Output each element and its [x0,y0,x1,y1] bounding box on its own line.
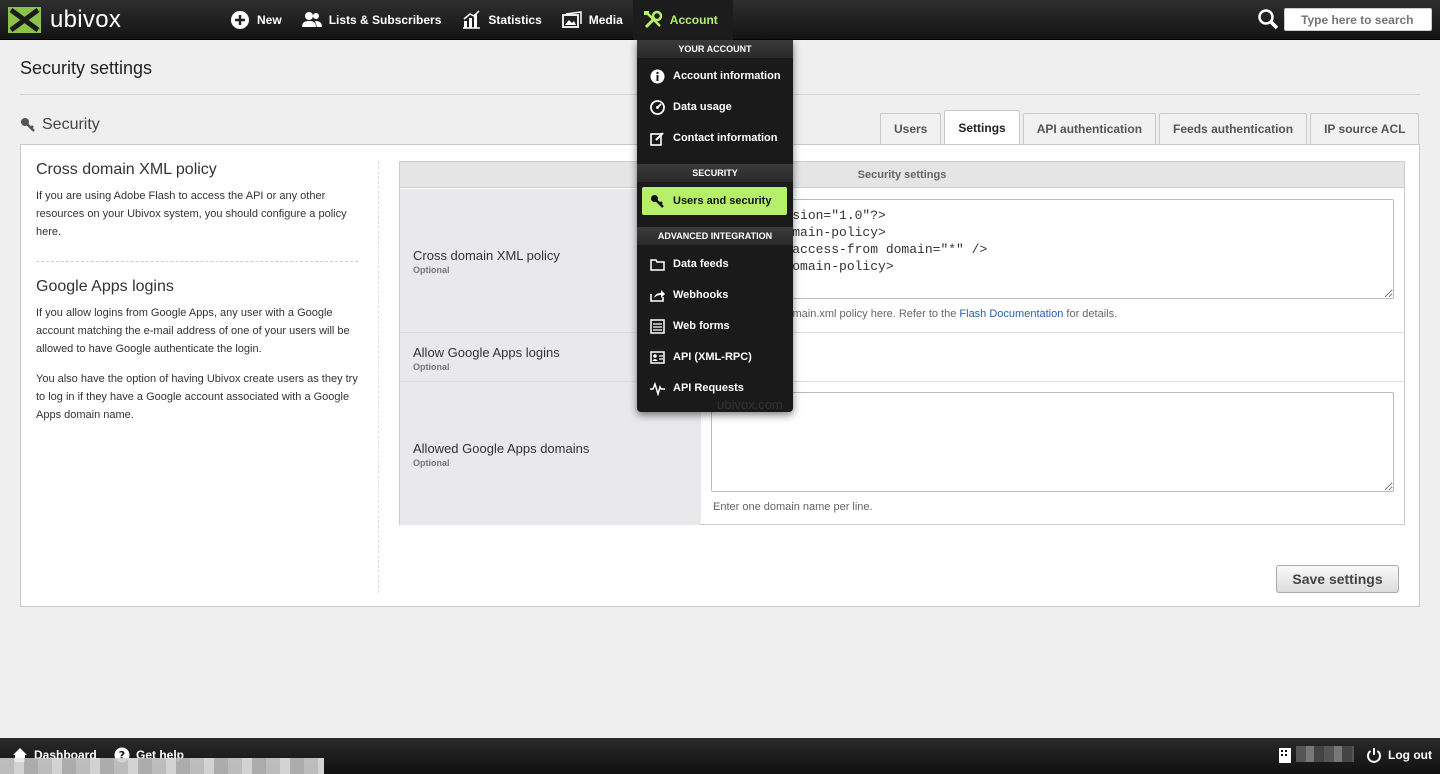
optional-hint: Optional [413,458,450,468]
menu-item-data-usage[interactable]: Data usage [642,93,787,121]
help-heading-google: Google Apps logins [36,278,174,295]
menu-item-label: API (XML-RPC) [673,351,752,363]
tab-users[interactable]: Users [880,113,942,144]
field-label: Allowed Google Apps domains [413,441,590,456]
building-icon [1279,748,1291,763]
menu-item-label: API Requests [673,382,744,394]
tab-api-authentication[interactable]: API authentication [1022,113,1157,144]
help-text-google: If you allow logins from Google Apps, an… [36,307,350,355]
menu-section-your-account: YOUR ACCOUNT [637,40,793,58]
footer-logout-link[interactable]: Log out [1366,747,1432,763]
tab-settings[interactable]: Settings [944,110,1020,145]
help-text: for details. [1063,308,1118,320]
info-icon [650,69,665,83]
column-divider [378,161,379,593]
tab-feeds-authentication[interactable]: Feeds authentication [1159,113,1308,144]
footer-label: Log out [1388,748,1432,762]
help-text-google-create: You also have the option of having Ubivo… [36,373,358,421]
nav-lists-subscribers[interactable]: Lists & Subscribers [292,0,452,40]
menu-section-advanced-integration: ADVANCED INTEGRATION [637,227,793,245]
plus-circle-icon [231,11,249,29]
logo-text: ubivox [50,6,122,33]
divider [36,261,358,262]
nav-new[interactable]: New [220,0,292,40]
xml-policy-textarea[interactable] [711,199,1394,299]
key-icon [651,194,664,208]
form-icon [650,318,665,334]
nav-label: Media [588,13,623,27]
optional-hint: Optional [413,265,450,275]
nav-account[interactable]: Account [632,0,733,40]
menu-item-label: Account information [673,70,781,82]
help-text-xml: If you are using Adobe Flash to access t… [36,190,347,238]
field-label: Cross domain XML policy [413,248,560,263]
menu-item-label: Webhooks [673,289,729,301]
menu-item-label: Users and security [673,195,772,207]
menu-item-data-feeds[interactable]: Data feeds [642,250,787,278]
save-settings-button[interactable]: Save settings [1276,565,1399,593]
menu-item-label: Contact information [673,132,778,144]
menu-item-users-and-security[interactable]: Users and security [642,187,787,215]
menu-item-contact-information[interactable]: Contact information [642,124,787,152]
redacted-status-bar [0,758,324,774]
domains-help: Enter one domain name per line. [713,501,873,513]
security-settings-form: Security settings Cross domain XML polic… [399,161,1405,525]
section-title: Security [20,116,100,134]
nav-label: Lists & Subscribers [328,13,442,27]
redacted-username [1296,746,1354,762]
section-title-label: Security [42,116,100,133]
key-icon [21,118,35,132]
page-title: Security settings [20,58,153,78]
top-navigation-bar: ubivox New Lists & Subscribers Statistic… [0,0,1440,40]
menu-item-label: Web forms [673,320,730,332]
nav-media[interactable]: Media [552,0,633,40]
form-header: Security settings [400,162,1404,188]
id-card-icon [650,350,665,364]
optional-hint: Optional [413,362,450,372]
menu-section-security: SECURITY [637,164,793,182]
share-icon [650,289,665,302]
images-icon [561,11,582,28]
tools-icon [643,10,663,29]
menu-item-webhooks[interactable]: Webhooks [642,281,787,309]
nav-label: Account [669,13,718,27]
nav-label: New [257,13,282,27]
folder-icon [650,258,665,271]
menu-item-label: Data feeds [673,258,729,270]
help-column: Cross domain XML policy If you are using… [36,145,358,424]
edit-icon [650,131,664,146]
nav-label: Statistics [488,13,542,27]
bar-chart-icon [463,10,481,29]
settings-tabs: Users Settings API authentication Feeds … [877,110,1420,145]
flash-documentation-link[interactable]: Flash Documentation [959,308,1063,320]
users-icon [301,12,322,27]
domain-value-peek: ubivox.com [717,397,783,412]
form-row-xml-policy: Cross domain XML policy Optional Setup a… [400,189,1404,333]
ubivox-logo[interactable]: ubivox [8,6,121,34]
field-label: Allow Google Apps logins [413,345,560,360]
menu-item-api-xml-rpc[interactable]: API (XML-RPC) [642,343,787,371]
form-row-google-domains: Allowed Google Apps domains Optional Ent… [400,382,1404,525]
form-row-google-logins: Allow Google Apps logins Optional [400,333,1404,382]
help-heading-xml: Cross domain XML policy [36,161,217,178]
search-input[interactable] [1284,8,1432,31]
pulse-icon [650,381,665,396]
main-nav: New Lists & Subscribers Statistics Media… [220,0,733,40]
menu-item-label: Data usage [673,101,732,113]
tab-ip-source-acl[interactable]: IP source ACL [1310,113,1420,144]
google-domains-textarea[interactable] [711,392,1394,492]
power-icon [1367,748,1381,763]
menu-item-web-forms[interactable]: Web forms [642,312,787,340]
search-icon[interactable] [1257,8,1279,30]
nav-statistics[interactable]: Statistics [451,0,551,40]
account-dropdown-menu: YOUR ACCOUNT Account information Data us… [637,40,793,412]
menu-item-account-information[interactable]: Account information [642,62,787,90]
ubivox-logo-icon [8,7,41,33]
gauge-icon [650,99,665,115]
